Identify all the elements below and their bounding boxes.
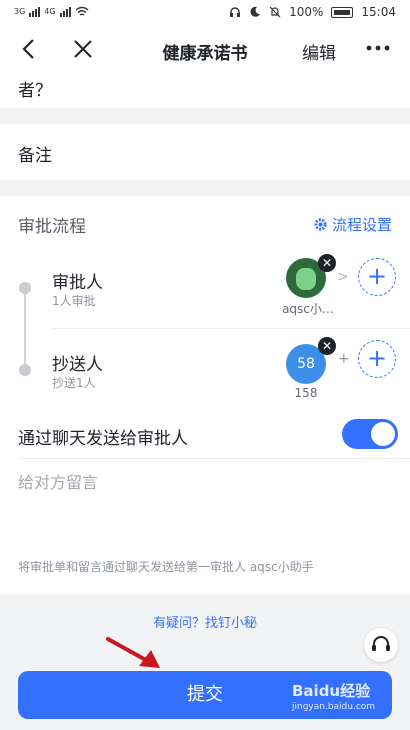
remove-cc-icon[interactable]: ✕	[318, 337, 336, 355]
message-input[interactable]: 给对方留言	[18, 469, 98, 493]
watermark-url: jingyan.baidu.com	[292, 702, 376, 712]
chevron-right-icon: >	[337, 269, 349, 285]
form-question: 者？	[0, 72, 410, 108]
add-cc-button[interactable]: +	[358, 340, 396, 378]
moon-icon	[250, 6, 261, 17]
send-via-chat-label: 通过聊天发送给审批人	[18, 429, 188, 449]
signal-bars-icon	[29, 6, 41, 17]
chat-section: 通过聊天发送给审批人 给对方留言 将审批单和留言通过聊天发送给第一审批人 aqs…	[0, 410, 410, 594]
help-link[interactable]: 有疑问？找钉小秘	[0, 612, 410, 631]
approval-flow-section: 审批流程 流程设置 审批人 1人审批 ✕ aqsc小… > + 抄送人 抄送1人…	[0, 196, 410, 410]
timeline-dot	[19, 364, 31, 376]
signal-icon-2: 4G	[44, 7, 56, 16]
battery-icon	[331, 6, 354, 18]
flow-settings-button[interactable]: 流程设置	[313, 214, 392, 235]
remark-label: 备注	[18, 146, 52, 166]
signal-bars-icon-2	[59, 6, 71, 17]
gear-icon	[314, 218, 327, 231]
send-via-chat-toggle[interactable]	[342, 419, 398, 449]
nav-bar: 健康承诺书 编辑	[0, 26, 410, 72]
remark-field[interactable]: 备注	[0, 124, 410, 180]
signal-icon: 3G	[14, 7, 26, 16]
remove-approver-icon[interactable]: ✕	[318, 254, 336, 272]
battery-percent: 100%	[289, 5, 324, 19]
divider	[52, 328, 410, 329]
question-text: 者？	[18, 81, 52, 101]
cc-sub: 抄送1人	[52, 376, 96, 390]
approver-sub: 1人审批	[52, 294, 96, 308]
approval-flow-title: 审批流程	[18, 217, 86, 237]
headphone-icon	[230, 7, 241, 17]
headset-icon	[372, 636, 390, 651]
cc-title: 抄送人	[52, 355, 103, 375]
clock: 15:04	[361, 5, 396, 19]
page-title: 健康承诺书	[162, 44, 248, 64]
chat-hint: 将审批单和留言通过聊天发送给第一审批人 aqsc小助手	[18, 560, 314, 574]
add-approver-button[interactable]: +	[358, 258, 396, 296]
approver-name: aqsc小…	[282, 302, 334, 316]
plus-icon: +	[338, 351, 350, 367]
cc-name: 158	[294, 386, 318, 400]
approver-title: 审批人	[52, 273, 103, 293]
status-bar: 3G 4G 100% 15:04	[0, 0, 410, 26]
timeline-dot	[19, 282, 31, 294]
timeline-line	[24, 290, 26, 370]
watermark-logo: Baidu经验	[292, 682, 371, 700]
mute-bell-icon	[269, 6, 281, 18]
flow-settings-label: 流程设置	[331, 216, 392, 234]
divider	[18, 458, 410, 459]
annotation-arrow-icon	[106, 637, 160, 668]
customer-service-button[interactable]	[364, 628, 398, 662]
wifi-icon	[75, 6, 89, 16]
edit-button[interactable]: 编辑	[302, 39, 336, 64]
more-icon[interactable]	[364, 38, 392, 58]
